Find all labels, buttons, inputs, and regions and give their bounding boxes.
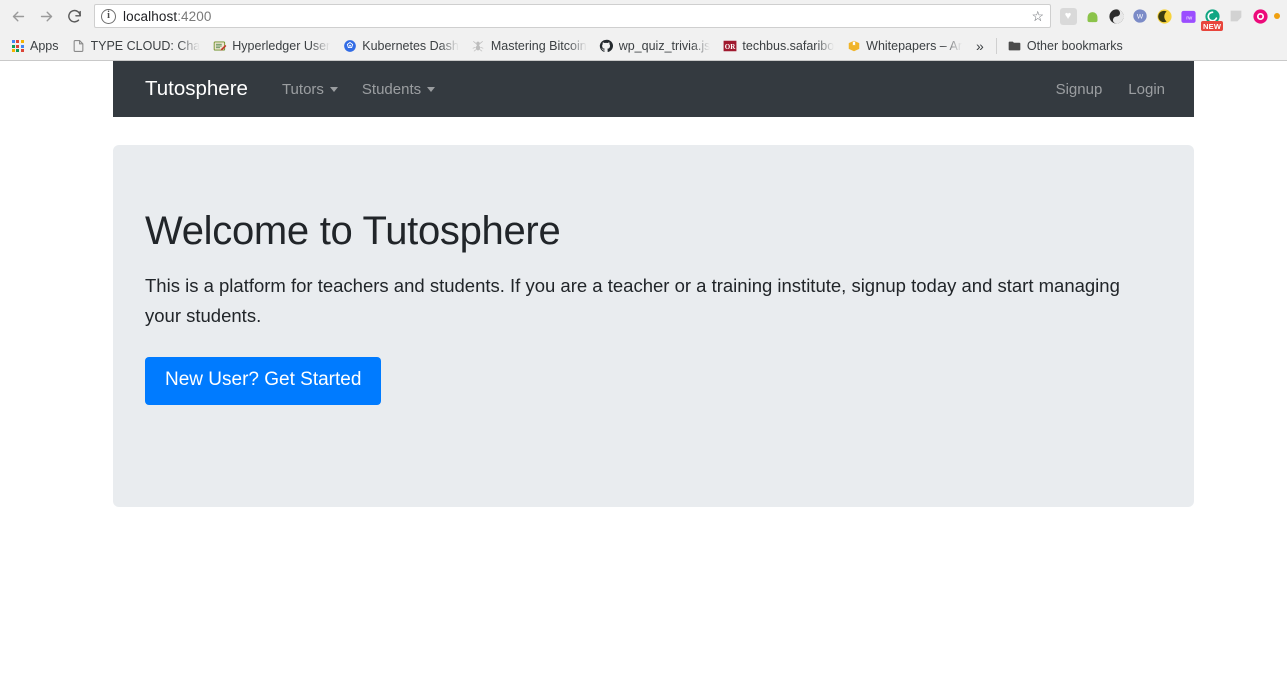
bookmark-label: Whitepapers – Ar xyxy=(866,39,962,53)
navbar-links: Tutors Students xyxy=(270,73,447,106)
apps-shortcut[interactable]: Apps xyxy=(4,35,65,57)
address-bar[interactable]: i localhost:4200 ☆ xyxy=(94,4,1051,28)
bookmark-label: wp_quiz_trivia.js xyxy=(619,39,711,53)
dark-mode-extension-icon[interactable] xyxy=(1153,5,1175,27)
nav-link-signup[interactable]: Signup xyxy=(1043,73,1116,106)
svg-text:W: W xyxy=(1137,14,1144,21)
page-viewport: Tutosphere Tutors Students Signup Login … xyxy=(0,61,1287,695)
wayback-extension-icon[interactable]: W xyxy=(1129,5,1151,27)
bookmark-wp-quiz-trivia[interactable]: wp_quiz_trivia.js xyxy=(593,35,717,57)
bookmarks-divider xyxy=(996,38,997,54)
url-port: :4200 xyxy=(177,9,211,24)
browser-toolbar: i localhost:4200 ☆ ♥ W rw xyxy=(0,0,1287,32)
orange-extension-icon[interactable] xyxy=(1273,5,1281,27)
nav-dropdown-students[interactable]: Students xyxy=(350,73,447,106)
site-navbar: Tutosphere Tutors Students Signup Login xyxy=(113,61,1194,117)
bookmark-kubernetes[interactable]: Kubernetes Dash xyxy=(336,35,465,57)
notebook-icon xyxy=(212,39,227,54)
navbar-right-links: Signup Login xyxy=(1043,73,1178,106)
ant-icon xyxy=(471,39,486,54)
chevron-down-icon xyxy=(427,87,435,92)
other-bookmarks-folder[interactable]: Other bookmarks xyxy=(1001,35,1129,57)
clipboard-extension-icon[interactable] xyxy=(1225,5,1247,27)
svg-text:OR: OR xyxy=(725,43,736,51)
bookmark-label: Kubernetes Dash xyxy=(362,39,459,53)
bookmark-type-cloud[interactable]: TYPE CLOUD: Cha xyxy=(65,35,207,57)
bookmark-label: Hyperledger User xyxy=(232,39,330,53)
svg-text:rw: rw xyxy=(1186,15,1193,21)
bookmarks-overflow-button[interactable]: » xyxy=(968,38,992,54)
bookmark-label: techbus.safaribo xyxy=(742,39,834,53)
eye-extension-icon[interactable] xyxy=(1249,5,1271,27)
bookmark-hyperledger[interactable]: Hyperledger User xyxy=(206,35,336,57)
github-icon xyxy=(599,39,614,54)
rewards-extension-icon[interactable]: rw xyxy=(1177,5,1199,27)
back-button[interactable] xyxy=(4,2,32,30)
bookmark-whitepapers[interactable]: Whitepapers – Ar xyxy=(840,35,968,57)
page-title: Welcome to Tutosphere xyxy=(145,207,1162,255)
nav-link-label: Tutors xyxy=(282,81,324,98)
ghostery-extension-icon[interactable] xyxy=(1105,5,1127,27)
browser-chrome: i localhost:4200 ☆ ♥ W rw xyxy=(0,0,1287,61)
extension-new-badge: NEW xyxy=(1201,21,1223,31)
box-icon xyxy=(846,39,861,54)
hero-description: This is a platform for teachers and stud… xyxy=(145,271,1120,331)
chevron-down-icon xyxy=(330,87,338,92)
extensions-tray: ♥ W rw NEW xyxy=(1057,5,1283,27)
apps-grid-icon xyxy=(10,39,25,54)
nav-dropdown-tutors[interactable]: Tutors xyxy=(270,73,350,106)
page-icon xyxy=(71,39,86,54)
other-bookmarks-label: Other bookmarks xyxy=(1027,39,1123,53)
bookmark-star-icon[interactable]: ☆ xyxy=(1031,9,1046,23)
site-info-icon[interactable]: i xyxy=(101,9,116,24)
bookmarks-bar: Apps TYPE CLOUD: Cha Hyperledger User Ku… xyxy=(0,32,1287,60)
hero-jumbotron: Welcome to Tutosphere This is a platform… xyxy=(113,145,1194,507)
oreilly-icon: OR xyxy=(722,39,737,54)
grammarly-extension-icon[interactable]: NEW xyxy=(1201,5,1223,27)
bookmark-label: TYPE CLOUD: Cha xyxy=(91,39,201,53)
apps-label: Apps xyxy=(30,39,59,53)
url-text: localhost:4200 xyxy=(123,9,211,24)
bookmark-label: Mastering Bitcoin xyxy=(491,39,587,53)
kubernetes-icon xyxy=(342,39,357,54)
forward-button[interactable] xyxy=(32,2,60,30)
folder-icon xyxy=(1007,39,1022,54)
nav-link-login[interactable]: Login xyxy=(1115,73,1178,106)
bookmark-mastering-bitcoin[interactable]: Mastering Bitcoin xyxy=(465,35,593,57)
bookmark-techbus-safari[interactable]: OR techbus.safaribo xyxy=(716,35,840,57)
nav-link-label: Students xyxy=(362,81,421,98)
get-started-button[interactable]: New User? Get Started xyxy=(145,357,381,405)
brand-link[interactable]: Tutosphere xyxy=(129,77,264,101)
android-extension-icon[interactable] xyxy=(1081,5,1103,27)
pocket-extension-icon[interactable]: ♥ xyxy=(1057,5,1079,27)
url-host: localhost xyxy=(123,9,177,24)
reload-button[interactable] xyxy=(60,2,88,30)
